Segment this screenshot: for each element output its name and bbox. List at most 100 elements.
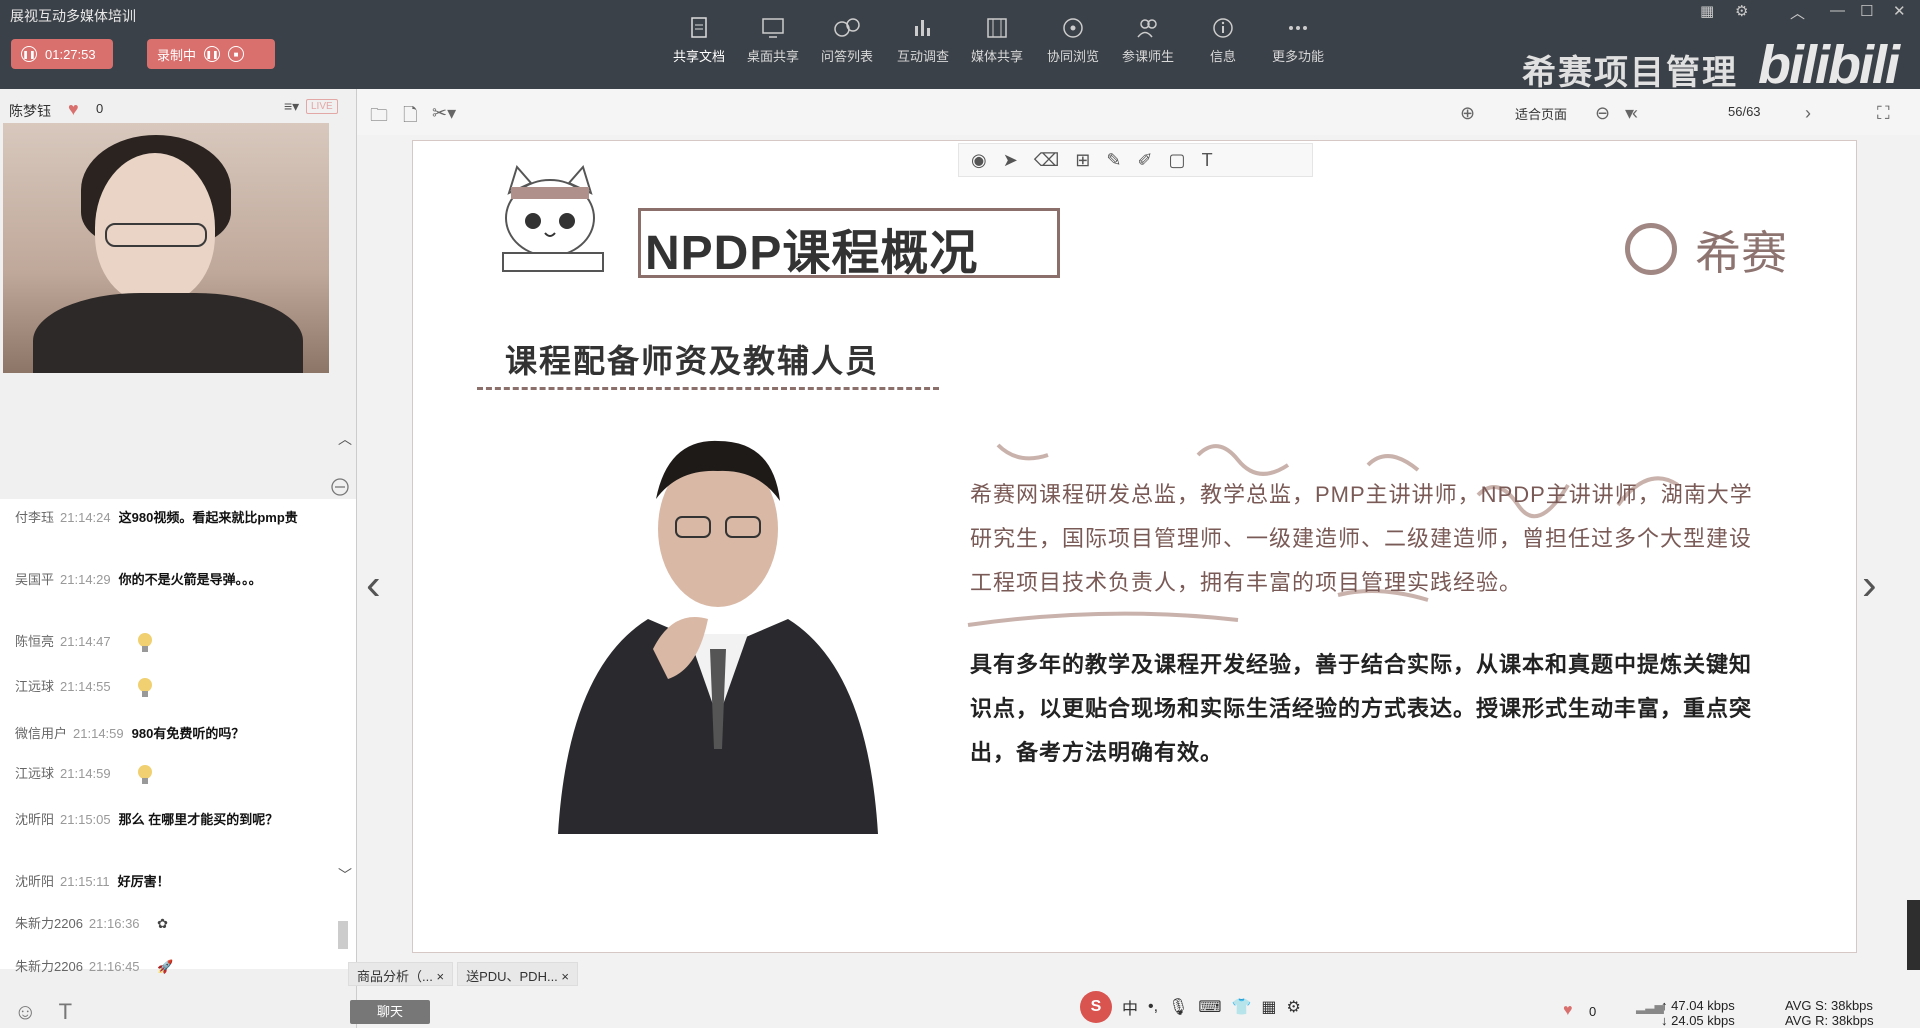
chat-list: 付李珏 21:14:24 这980视频。看起来就比pmp贵 吴国平 21:14:29 你… [0,499,356,974]
pen-icon[interactable]: ✐ [1137,150,1152,171]
heart-icon[interactable]: ♥ [1563,1002,1573,1020]
toolbox-icon[interactable]: ▦ [1261,997,1276,1017]
laser-pointer-icon[interactable]: ◉ [971,150,987,171]
xisai-logo-text: 希赛 [1695,227,1787,279]
chat-message: 沈昕阳 21:15:11 好厉害！ [15,874,170,889]
document-icon [691,17,707,38]
settings-icon[interactable]: ⚙ [1735,2,1748,20]
tab-pdu[interactable]: 送PDU、PDH... × [457,962,579,986]
chat-message: 吴国平 21:14:29 你的不是火箭是导弹。。。 [15,572,262,587]
next-page-icon[interactable]: › [1805,103,1811,124]
stamp-icon[interactable]: ⊞ [1075,150,1090,171]
toolbar-info[interactable]: 信息 [1185,16,1261,65]
tab-label: 商品分析（... [357,969,433,984]
toolbar-qa-list[interactable]: 问答列表 [809,16,885,65]
text-format-icon[interactable]: T [59,999,72,1024]
cat-mascot-icon [502,164,604,272]
folder-icon[interactable]: 🗀 [370,103,388,133]
toolbar-survey[interactable]: 互动调查 [885,16,961,65]
menu-icon[interactable]: ≡▾ [284,98,299,115]
highlighter-icon[interactable]: ✎ [1106,150,1121,171]
info-icon [1213,18,1233,38]
recording-control[interactable]: 录制中 ❚❚ ■ [147,39,275,69]
toolbar-label: 媒体共享 [970,49,1023,64]
collapse-icon[interactable]: ︿ [1790,2,1805,23]
rectangle-icon[interactable]: ▢ [1169,150,1186,171]
toolbar-label: 更多功能 [1271,49,1324,64]
toolbar-label: 桌面共享 [746,49,799,64]
toolbar-participants[interactable]: 参课师生 [1110,16,1186,65]
punctuation-icon[interactable]: •, [1148,998,1158,1016]
timer-badge[interactable]: ❚❚ 01:27:53 [11,39,113,69]
zoom-in-icon[interactable]: ⊕ [1460,103,1475,124]
heart-icon[interactable]: ♥ [68,99,79,120]
prev-page-icon[interactable]: ‹ [1632,103,1638,124]
annotation-toolbar: ◉ ➤ ⌫ ⊞ ✎ ✐ ▢ T [958,143,1313,177]
avg-rate: AVG S: 38kbps AVG R: 38kbps [1785,998,1874,1028]
toolbar-media-share[interactable]: 媒体共享 [959,16,1035,65]
chat-button[interactable]: 聊天 [350,1000,430,1024]
minimize-icon[interactable]: — [1830,2,1845,19]
next-slide-arrow[interactable]: › [1862,560,1877,610]
lightbulb-icon [138,632,153,652]
presenter-video [3,123,329,373]
tab-label: 送PDU、PDH... [466,969,558,984]
sogou-icon[interactable]: S [1080,991,1112,1023]
toolbar-label: 协同浏览 [1046,49,1099,64]
toolbar-label: 参课师生 [1121,49,1174,64]
chat-message: 江远球 21:14:59 [15,761,315,787]
maximize-icon[interactable]: ☐ [1860,2,1873,20]
skin-icon[interactable]: 👕 [1231,997,1251,1017]
fit-select[interactable]: 适合页面 [1515,104,1567,123]
pause-icon: ❚❚ [21,46,37,62]
media-icon [987,18,1007,38]
close-tab-icon[interactable]: × [561,969,569,984]
microphone-icon[interactable]: 🎙 [1168,997,1188,1017]
status-bar: ♥ 0 ▂▃▅ ↑ 47.04 kbps ↓ 24.05 kbps AVG S:… [1563,998,1920,1028]
doc-toolbar: 🗀 🗋 ✂▾ ⊕ ▾ ⊖ ‹ › ⛶ [357,89,1920,135]
chat-scrollbar[interactable] [338,921,348,949]
scroll-down-icon[interactable]: ﹀ [338,865,352,885]
file-icon[interactable]: 🗋 [403,103,417,133]
like-count: 0 [96,101,104,116]
chat-message: 朱新力2206 21:16:36 ✿ [15,916,169,931]
toolbar-co-browse[interactable]: 协同浏览 [1035,16,1111,65]
text-tool-icon[interactable]: T [1202,150,1213,171]
side-handle[interactable] [1907,900,1920,970]
pause-record-icon[interactable]: ❚❚ [204,46,221,62]
instructor-bio-secondary: 具有多年的教学及课程开发经验，善于结合实际，从课本和真题中提炼关键知识点，以更贴… [970,652,1753,765]
page-indicator[interactable]: 56/63 [1728,104,1761,119]
avg-send: AVG S: 38kbps [1785,998,1873,1013]
toolbar-desktop-share[interactable]: 桌面共享 [735,16,811,65]
scroll-up-icon[interactable]: ︿ [338,429,352,449]
presenter-name: 陈梦钰 [9,103,51,119]
top-bar: 展视互动多媒体培训 ❚❚ 01:27:53 录制中 ❚❚ ■ 共享文档 桌面共享… [0,0,1920,95]
cursor-icon[interactable]: ➤ [1003,150,1018,171]
close-icon[interactable]: ✕ [1893,2,1906,20]
toolbar-label: 共享文档 [672,49,725,64]
zoom-out-icon[interactable]: ⊖ [1595,103,1610,124]
stop-record-icon[interactable]: ■ [228,46,245,62]
app-title: 展视互动多媒体培训 [10,8,136,24]
toolbar-more[interactable]: 更多功能 [1260,16,1336,65]
prev-slide-arrow[interactable]: ‹ [366,560,381,610]
chat-message: 微信用户 21:14:59 980有免费听的吗？ [15,726,245,741]
grid-icon[interactable]: ▦ [1700,2,1714,20]
ime-lang[interactable]: 中 [1122,995,1138,1019]
upload-rate: 47.04 kbps [1671,998,1735,1013]
app-window: 展视互动多媒体培训 ❚❚ 01:27:53 录制中 ❚❚ ■ 共享文档 桌面共享… [0,0,1920,1028]
brand-watermark: 希赛项目管理 [1522,54,1738,92]
scissors-icon[interactable]: ✂▾ [432,103,456,124]
close-tab-icon[interactable]: × [436,969,444,984]
toolbar-shared-doc[interactable]: 共享文档 [661,16,737,65]
xisai-logo-icon [1625,223,1677,275]
eraser-icon[interactable]: ⌫ [1034,150,1059,171]
gear-icon[interactable]: ⚙ [1287,997,1301,1017]
keyboard-icon[interactable]: ⌨ [1198,997,1221,1017]
emoji-icon[interactable]: ☺ [14,999,36,1024]
fullscreen-icon[interactable]: ⛶ [1877,103,1890,124]
recording-label: 录制中 [157,47,197,63]
chat-message: 陈恒亮 21:14:47 [15,629,315,655]
qa-icon [834,18,860,37]
tab-product-analysis[interactable]: 商品分析（... × [348,962,454,986]
